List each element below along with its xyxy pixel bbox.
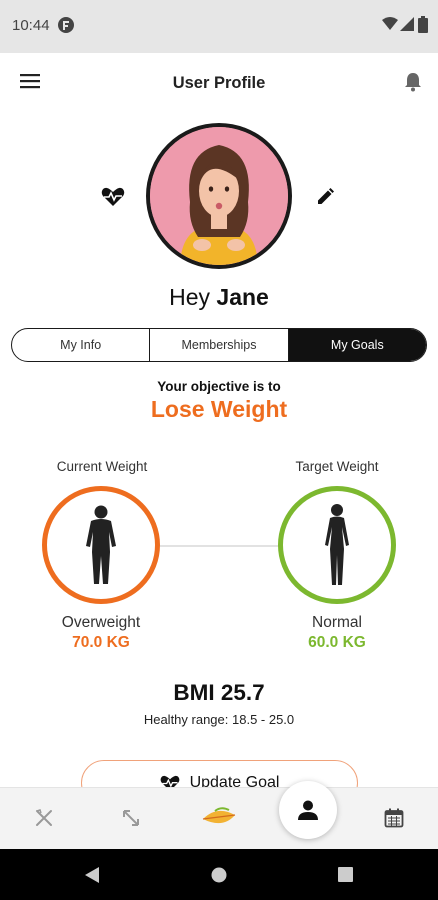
expand-icon (123, 810, 139, 826)
objective-goal: Lose Weight (150, 396, 288, 422)
weight-connector (160, 545, 280, 547)
cellular-signal-icon (400, 17, 414, 31)
overweight-body-icon (86, 505, 116, 584)
nav-exercise[interactable] (111, 798, 151, 838)
battery-icon (418, 16, 428, 33)
app-bar: User Profile (0, 53, 438, 113)
nav-food[interactable] (199, 798, 239, 838)
tab-memberships[interactable]: Memberships (150, 329, 289, 361)
edit-pencil-icon[interactable] (316, 188, 334, 206)
user-name: Jane (216, 284, 269, 310)
bmi-healthy-range: Healthy range: 18.5 - 25.0 (143, 712, 295, 727)
profile-photo (150, 127, 288, 265)
target-weight-label: Target Weight (295, 459, 379, 474)
tab-my-info[interactable]: My Info (12, 329, 151, 361)
app-notification-icon (58, 17, 74, 33)
recents-icon[interactable] (338, 867, 353, 882)
wifi-icon (382, 17, 398, 30)
tab-my-goals[interactable]: My Goals (288, 329, 426, 361)
system-navigation-bar (0, 849, 438, 900)
utensils-icon (36, 809, 52, 826)
home-icon[interactable] (211, 867, 227, 883)
page-title: User Profile (172, 74, 266, 92)
status-time: 10:44 (12, 17, 50, 34)
nav-calendar[interactable] (374, 798, 414, 838)
greeting: Hey Jane (0, 284, 438, 311)
current-weight-value: 70.0 KG (72, 634, 130, 651)
objective-intro: Your objective is to (157, 379, 281, 394)
current-weight-ring (42, 486, 160, 604)
target-weight-status: Normal (312, 614, 362, 631)
target-weight-ring (278, 486, 396, 604)
greeting-prefix: Hey (169, 284, 211, 310)
nav-nutrition[interactable] (24, 798, 64, 838)
normal-body-icon (325, 504, 349, 585)
bell-icon[interactable] (404, 72, 422, 92)
target-weight-value: 60.0 KG (308, 634, 366, 651)
profile-tabs: My Info Memberships My Goals (11, 328, 427, 362)
leaf-icon (202, 807, 236, 824)
current-weight-label: Current Weight (56, 459, 148, 474)
bmi-value: BMI 25.7 (173, 680, 265, 705)
profile-icon (298, 800, 318, 820)
current-weight-status: Overweight (61, 614, 141, 631)
calendar-icon (384, 808, 404, 828)
heart-rate-icon[interactable] (101, 187, 125, 207)
bottom-navigation (0, 787, 438, 850)
nav-profile[interactable] (279, 781, 337, 839)
avatar[interactable] (146, 123, 292, 269)
status-bar: 10:44 (0, 0, 438, 53)
back-icon[interactable] (84, 866, 100, 884)
